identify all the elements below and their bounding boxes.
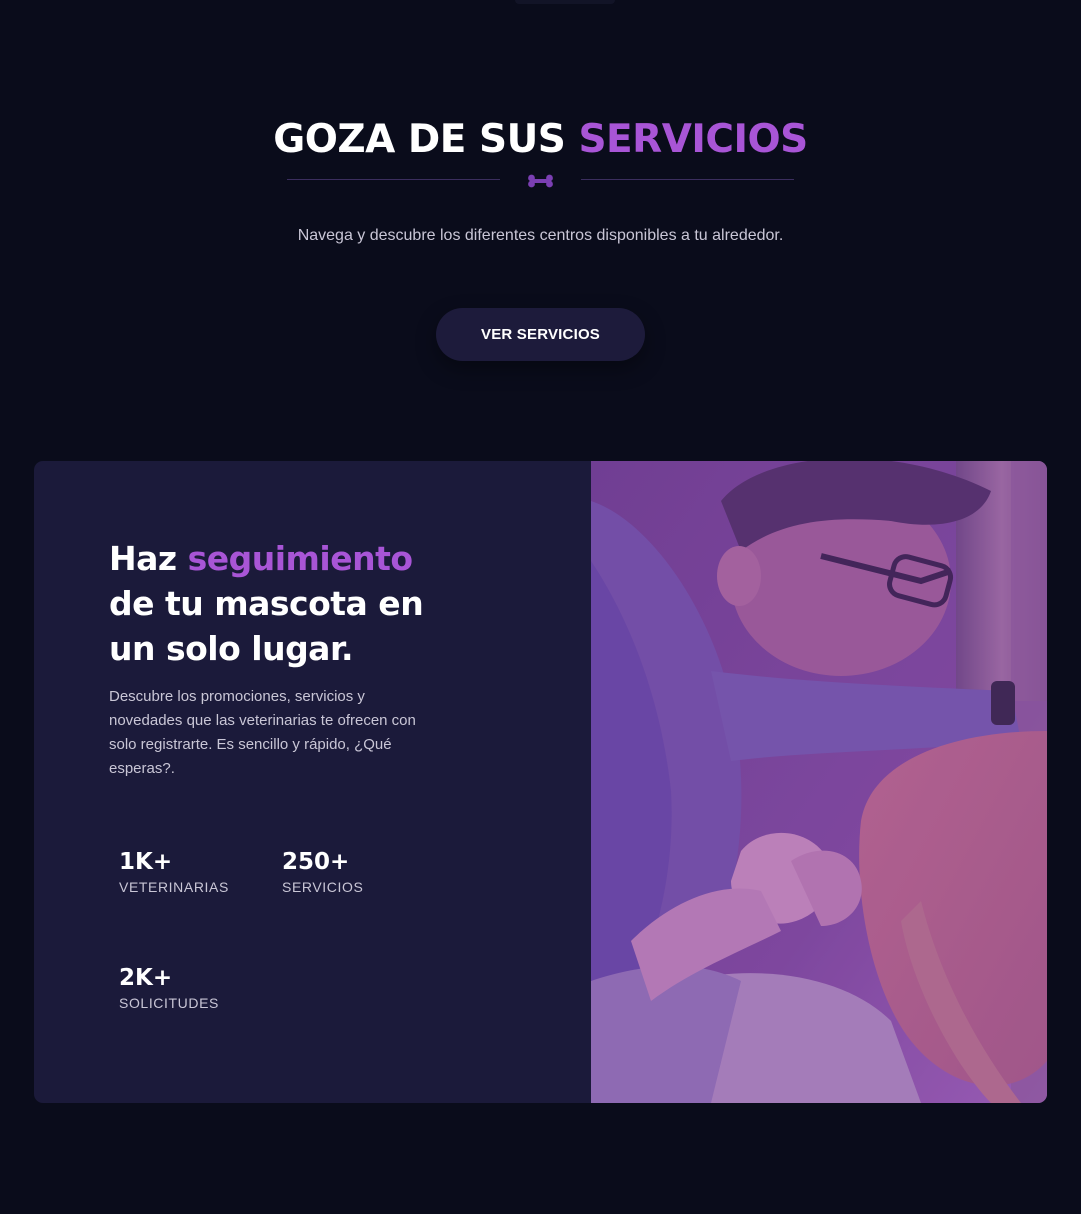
top-edge-tab (515, 0, 615, 4)
services-title-main: GOZA DE SUS (273, 117, 579, 162)
man-with-cat-illustration (591, 461, 1047, 1103)
stat-solicitudes: 2K+ SOLICITUDES (119, 963, 279, 1011)
stat-value: 2K+ (119, 965, 173, 991)
divider-line-right (581, 179, 794, 180)
stat-label: SERVICIOS (282, 879, 364, 895)
divider-line-left (287, 179, 500, 180)
tracking-heading-accent: seguimiento (187, 539, 413, 578)
tracking-heading: Haz seguimiento de tu mascota en un solo… (109, 536, 439, 671)
stat-servicios: 250+ SERVICIOS (282, 847, 442, 895)
tracking-card-content: Haz seguimiento de tu mascota en un solo… (34, 461, 591, 1103)
stat-label: VETERINARIAS (119, 879, 229, 895)
services-title-accent: SERVICIOS (578, 117, 808, 162)
tracking-description: Descubre los promociones, servicios y no… (109, 688, 416, 777)
stat-value: 1K+ (119, 849, 173, 875)
services-title: GOZA DE SUS SERVICIOS (0, 116, 1081, 164)
ver-servicios-button[interactable]: VER SERVICIOS (436, 308, 645, 361)
stat-value: 250+ (282, 849, 350, 875)
tracking-heading-end: de tu mascota en un solo lugar. (109, 584, 424, 668)
stat-label: SOLICITUDES (119, 995, 219, 1011)
tracking-card: Haz seguimiento de tu mascota en un solo… (34, 461, 1047, 1103)
bone-icon (528, 174, 553, 188)
services-description: Navega y descubre los diferentes centros… (297, 227, 784, 244)
tracking-heading-start: Haz (109, 539, 188, 578)
stat-veterinarias: 1K+ VETERINARIAS (119, 847, 279, 895)
pet-owner-photo (591, 461, 1047, 1103)
